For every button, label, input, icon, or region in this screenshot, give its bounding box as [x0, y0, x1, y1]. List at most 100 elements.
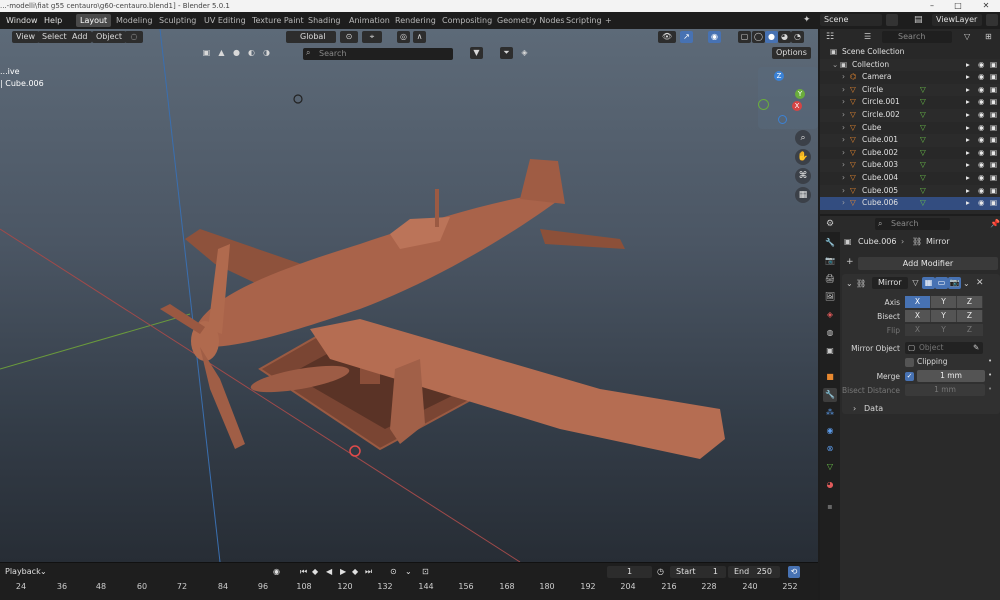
auto-keying-icon[interactable]: ◉	[273, 566, 280, 578]
shading-wireframe-icon[interactable]: ◯	[752, 31, 765, 43]
collection-tab-icon[interactable]: ▣	[823, 344, 837, 358]
view-layer-selector[interactable]: ViewLayer	[932, 14, 982, 26]
outliner-item[interactable]: › ▽ Cube.004 ▽ ▸ ◉ ▣	[820, 172, 1000, 185]
close-window-button[interactable]: ✕	[974, 0, 998, 12]
gizmo-neg-y-icon[interactable]	[758, 99, 769, 110]
realtime-icon[interactable]: ▭	[935, 277, 948, 289]
modifier-tab-icon[interactable]: 🔧	[823, 388, 837, 402]
outliner-item[interactable]: › ⌬ Camera ▸ ◉ ▣	[820, 71, 1000, 84]
merge-distance-field[interactable]: 1 mm	[917, 370, 985, 382]
outliner-search-input[interactable]: Search	[882, 31, 952, 43]
outliner-item[interactable]: › ▽ Cube.001 ▽ ▸ ◉ ▣	[820, 134, 1000, 147]
axis-x-toggle[interactable]: X	[905, 296, 931, 308]
prev-keyframe-icon[interactable]: ◆	[312, 566, 318, 578]
mirror-object-field[interactable]: Object	[905, 342, 983, 354]
add-menu[interactable]: Add	[68, 31, 92, 43]
breadcrumb-modifier[interactable]: Mirror	[926, 237, 950, 246]
shading-material-icon[interactable]: ◕	[778, 31, 791, 43]
tab-uv-editing[interactable]: UV Editing	[200, 14, 250, 27]
panel-collapse-icon[interactable]: ⌄	[846, 279, 853, 288]
filter-light-icon[interactable]: ●	[230, 47, 243, 59]
bisect-distance-field[interactable]: 1 mm	[905, 384, 985, 396]
transform-orientation[interactable]: Global	[286, 31, 336, 43]
object-menu[interactable]: Object	[92, 31, 127, 43]
visibility-eye-icon[interactable]: ◉	[978, 185, 985, 198]
select-box-icon[interactable]: ▣	[200, 47, 213, 59]
mesh-data-icon[interactable]: ▽	[920, 197, 926, 210]
expand-chevron-icon[interactable]: ›	[842, 147, 845, 160]
mesh-data-icon[interactable]: ▽	[920, 172, 926, 185]
clipping-keyframe-icon[interactable]: •	[988, 357, 992, 365]
camera-view-icon[interactable]: ⌘	[795, 168, 811, 184]
start-frame-field[interactable]: Start 1	[670, 566, 726, 578]
funnel-icon[interactable]: ⏷	[500, 47, 513, 59]
scene-tab-icon[interactable]: ◈	[823, 308, 837, 322]
data-expand-icon[interactable]: ›	[853, 404, 856, 413]
render-camera-icon[interactable]: ▣	[990, 159, 997, 172]
tab-layout[interactable]: Layout	[76, 14, 112, 27]
visibility-eye-icon[interactable]: ◉	[978, 122, 985, 135]
render-camera-icon[interactable]: ▣	[990, 59, 997, 72]
breadcrumb-object[interactable]: Cube.006	[858, 237, 896, 246]
filter-empty-icon[interactable]: ◑	[260, 47, 273, 59]
render-camera-icon[interactable]: ▣	[990, 197, 997, 210]
jump-start-icon[interactable]: ⏮	[300, 566, 307, 578]
expand-chevron-icon[interactable]: ›	[842, 197, 845, 210]
expand-chevron-icon[interactable]: ›	[842, 159, 845, 172]
scene-selector[interactable]: Scene	[820, 14, 882, 26]
properties-search-input[interactable]: Search	[875, 218, 950, 230]
expand-chevron-icon[interactable]: ›	[842, 134, 845, 147]
world-tab-icon[interactable]: ◍	[823, 326, 837, 340]
select-toggle-icon[interactable]: ▸	[966, 96, 970, 109]
render-tab-icon[interactable]: 📷	[823, 254, 837, 268]
expand-chevron-icon[interactable]: ›	[842, 185, 845, 198]
tool-tab-icon[interactable]: 🔧	[823, 236, 837, 250]
preview-range-icon[interactable]: ⟲	[788, 566, 800, 578]
pivot-icon[interactable]: ⊙	[340, 31, 358, 43]
outliner-item[interactable]: › ▽ Cube.006 ▽ ▸ ◉ ▣	[820, 197, 1000, 210]
bisect-distance-keyframe-icon[interactable]: •	[988, 385, 992, 393]
gizmo-y-icon[interactable]: Y	[795, 89, 805, 99]
navigation-gizmo[interactable]: Z Y X	[758, 67, 818, 129]
add-modifier-expand-icon[interactable]: +	[846, 257, 854, 267]
chevron-down-icon[interactable]: ⌄	[40, 566, 47, 578]
tab-compositing[interactable]: Compositing	[438, 14, 496, 27]
select-toggle-icon[interactable]: ▸	[966, 109, 970, 122]
view-layer-tab-icon[interactable]: 🖼	[823, 290, 837, 304]
clipping-checkbox[interactable]	[905, 358, 914, 367]
outliner-item[interactable]: › ▽ Circle.002 ▽ ▸ ◉ ▣	[820, 109, 1000, 122]
outliner-editor-icon[interactable]: ☷	[826, 32, 834, 42]
new-scene-icon[interactable]	[886, 14, 898, 26]
gizmo-z-icon[interactable]: Z	[774, 71, 784, 81]
flip-z-toggle[interactable]: Z	[957, 324, 983, 336]
tab-texture-paint[interactable]: Texture Paint	[248, 14, 308, 27]
render-camera-icon[interactable]: ▣	[990, 172, 997, 185]
mesh-data-icon[interactable]: ▽	[920, 122, 926, 135]
add-workspace-button[interactable]: +	[601, 14, 616, 27]
shading-rendered-icon[interactable]: ◔	[791, 31, 804, 43]
expand-chevron-icon[interactable]: ›	[842, 96, 845, 109]
new-view-layer-icon[interactable]	[986, 14, 998, 26]
pin-icon[interactable]: 📌	[990, 219, 1000, 228]
expand-chevron-icon[interactable]: ›	[842, 84, 845, 97]
filter-mesh-icon[interactable]: ▲	[215, 47, 228, 59]
keying-set-icon[interactable]: ⊙	[390, 566, 397, 578]
expand-chevron-icon[interactable]: ›	[842, 122, 845, 135]
render-camera-icon[interactable]: ▣	[990, 147, 997, 160]
snapping-icon[interactable]: ⌖	[362, 31, 382, 43]
visibility-eye-icon[interactable]: ◉	[978, 159, 985, 172]
visibility-eye-icon[interactable]: ◉	[978, 172, 985, 185]
expand-chevron-icon[interactable]: ›	[842, 172, 845, 185]
mesh-data-icon[interactable]: ▽	[920, 134, 926, 147]
expand-chevron-icon[interactable]: ⌄	[832, 59, 838, 72]
mesh-data-icon[interactable]: ▽	[920, 109, 926, 122]
bisect-x-toggle[interactable]: X	[905, 310, 931, 322]
render-camera-icon[interactable]: ▣	[990, 134, 997, 147]
mesh-data-icon[interactable]: ▽	[920, 159, 926, 172]
jump-end-icon[interactable]: ⏭	[365, 566, 372, 578]
render-icon[interactable]: 📷	[948, 277, 961, 289]
mesh-data-icon[interactable]: ▽	[920, 185, 926, 198]
merge-keyframe-icon[interactable]: •	[988, 371, 992, 379]
render-camera-icon[interactable]: ▣	[990, 84, 997, 97]
axis-z-toggle[interactable]: Z	[957, 296, 983, 308]
